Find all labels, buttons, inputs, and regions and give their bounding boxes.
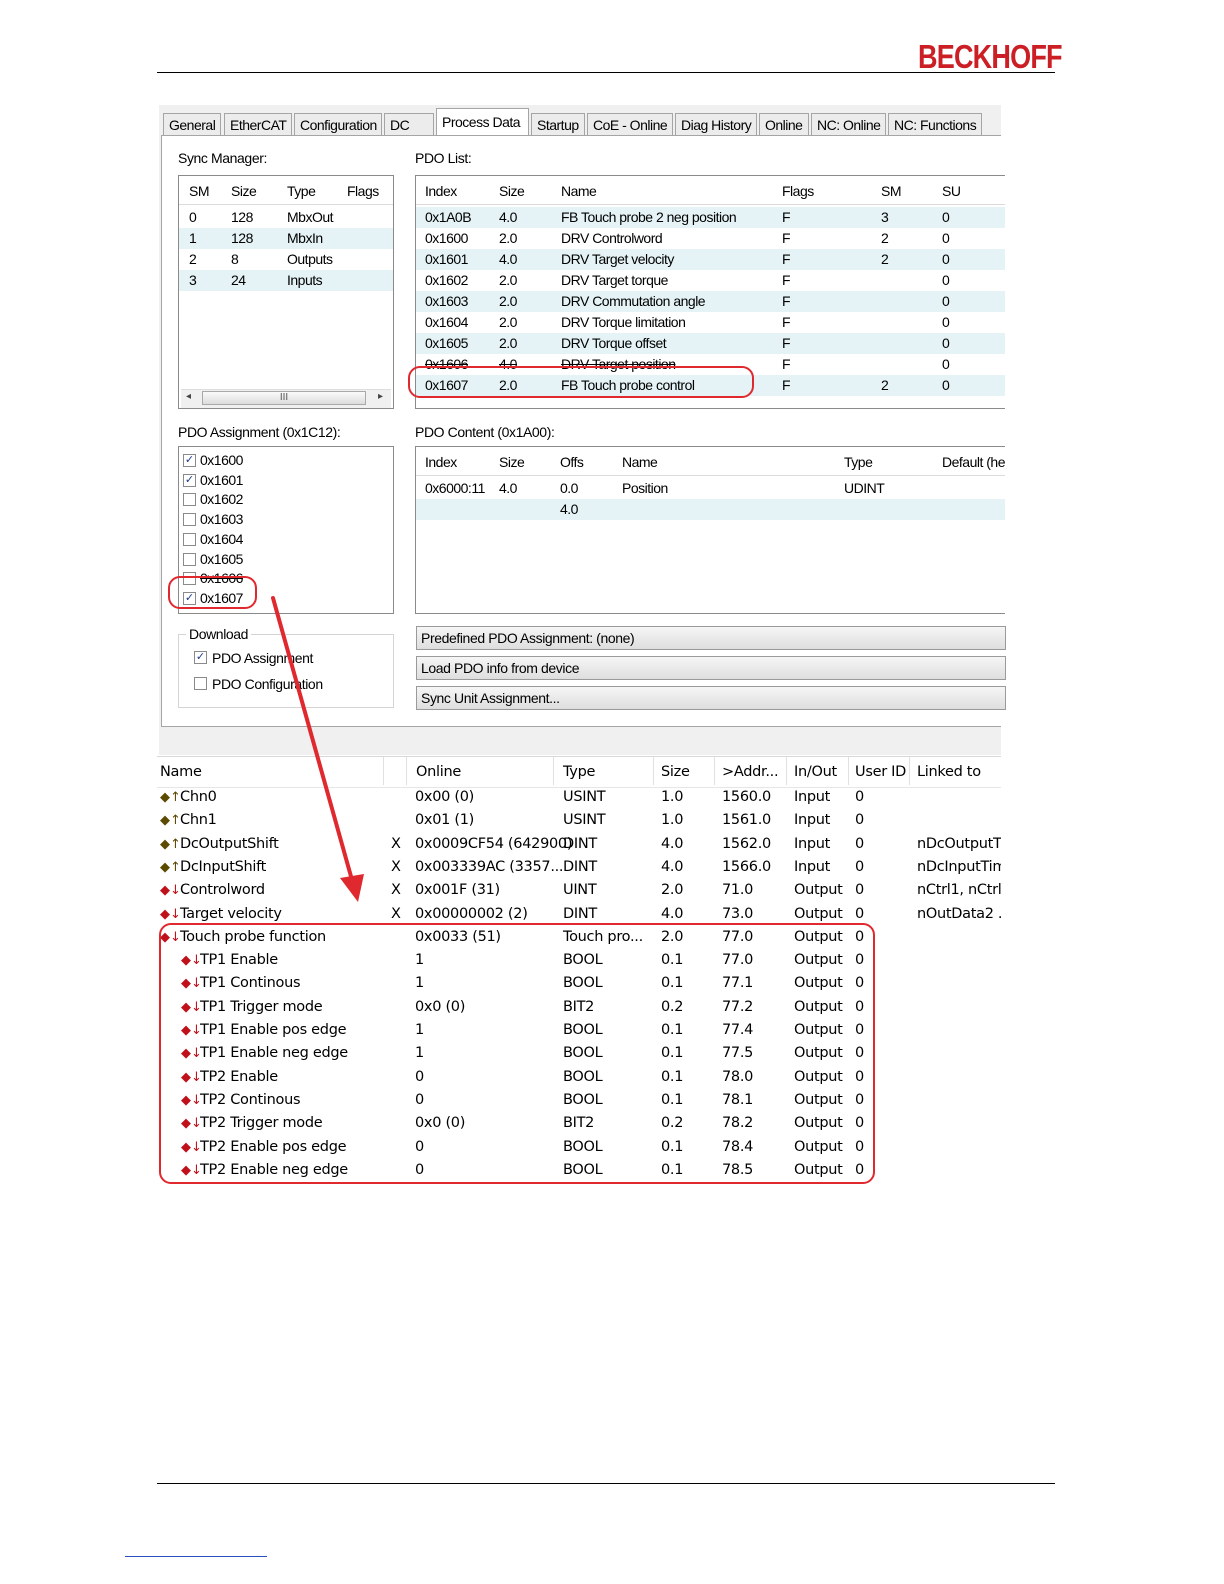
arrow-head bbox=[340, 874, 364, 902]
annotation-arrow bbox=[271, 596, 364, 902]
arrow-shaft bbox=[271, 596, 354, 882]
